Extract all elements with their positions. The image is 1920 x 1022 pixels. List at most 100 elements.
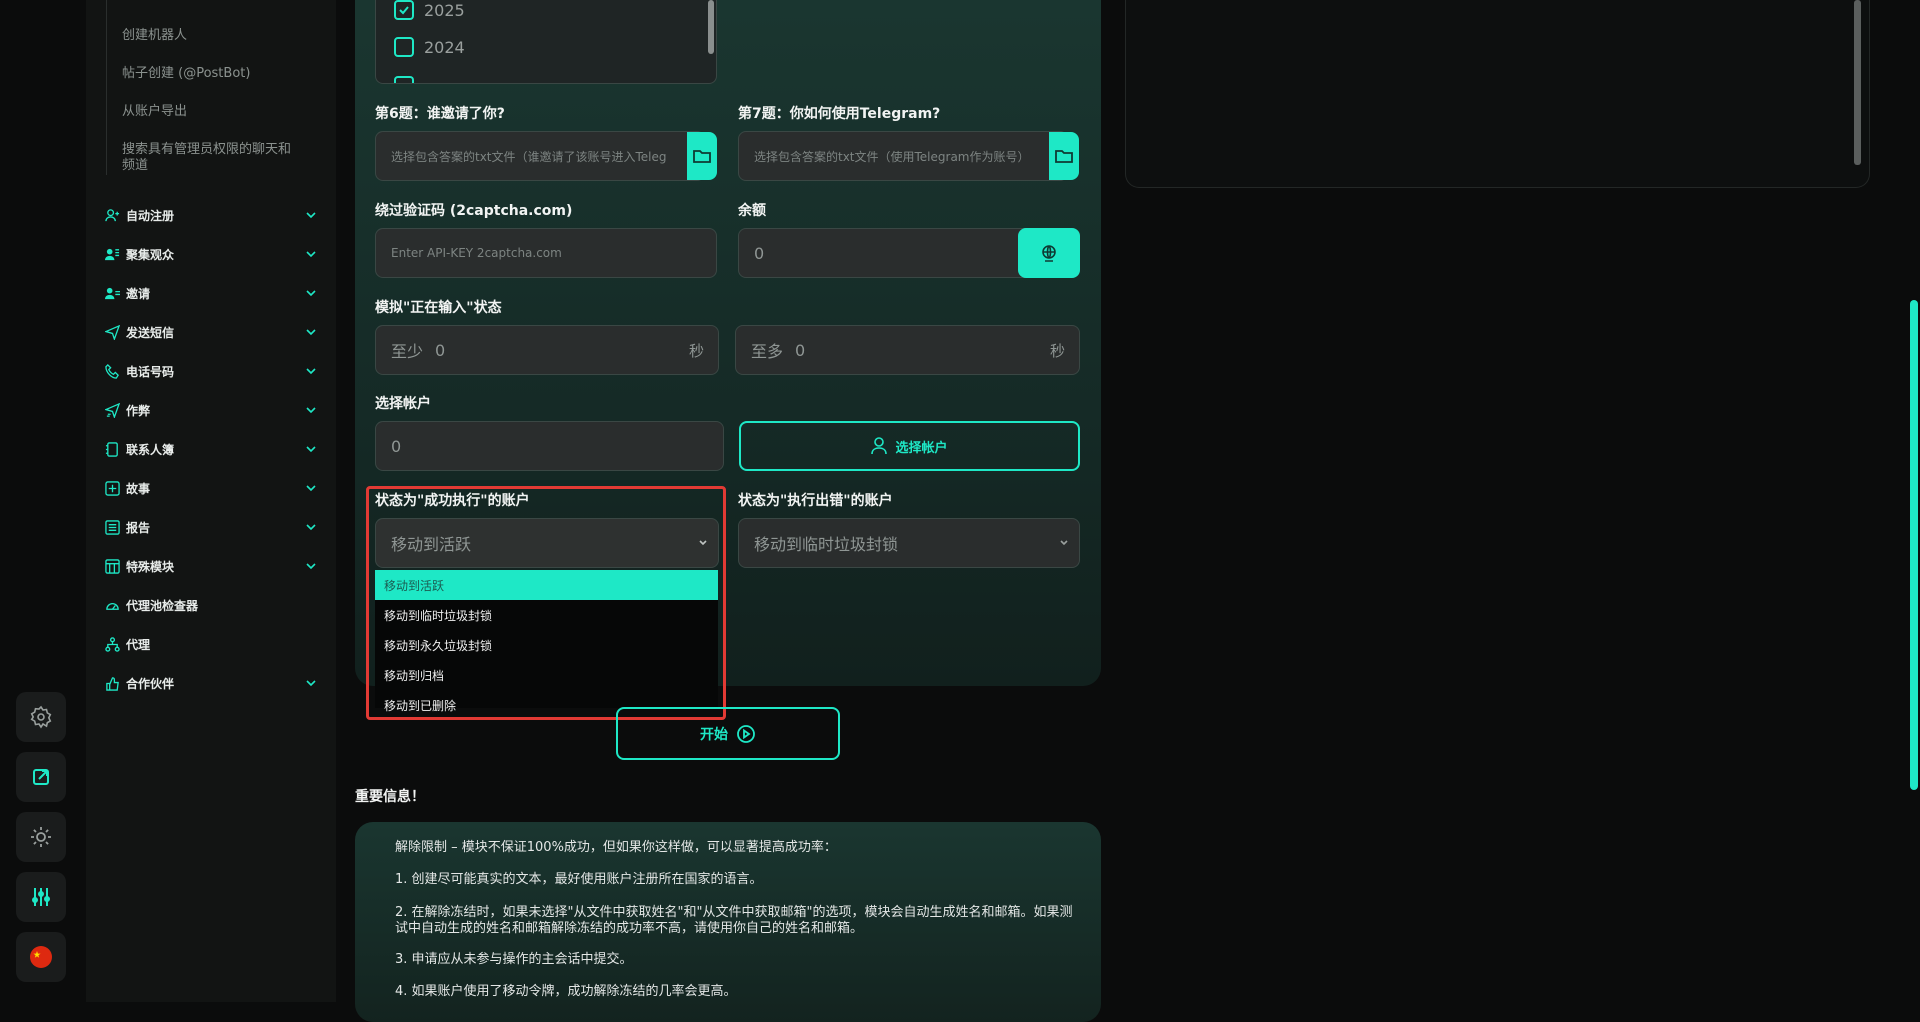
year-list: 2025 2024: [375, 0, 717, 84]
sidebar-item-send-sms[interactable]: 发送短信: [104, 319, 318, 345]
chevron-down-icon: [306, 368, 316, 375]
info-paragraph: 3. 申请应从未参与操作的主会话中提交。: [395, 952, 633, 967]
start-button[interactable]: 开始: [616, 707, 840, 760]
folder-icon: [1055, 150, 1073, 163]
chevron-down-icon: [306, 680, 316, 687]
accounts-label: 选择帐户: [375, 396, 431, 412]
invite-icon: [104, 287, 120, 299]
sidebar-item-special[interactable]: 特殊模块: [104, 553, 318, 579]
language-button[interactable]: [16, 932, 66, 982]
users-icon: [104, 248, 119, 260]
sidebar-item-cheat[interactable]: 作弊: [104, 397, 318, 423]
sidebar-item-proxy-checker[interactable]: 代理池检查器: [104, 592, 318, 618]
sidebar-item-label: 合作伙伴: [126, 676, 175, 691]
year-option-2025[interactable]: 2025: [394, 0, 465, 20]
cheat-icon: [104, 402, 120, 418]
min-value: 0: [435, 340, 446, 360]
user-add-icon: [104, 208, 119, 221]
min-prefix: 至少: [391, 342, 424, 361]
sidebar-subitem-export[interactable]: 从账户导出: [122, 104, 297, 120]
info-card: 解除限制 – 模块不保证100%成功，但如果你这样做，可以显著提高成功率： 1.…: [355, 822, 1101, 1022]
folder-icon: [693, 150, 711, 163]
sidebar-item-partner[interactable]: 合作伙伴: [104, 670, 318, 696]
q6-file-input[interactable]: 选择包含答案的txt文件（谁邀请了该账号进入Teleg: [375, 131, 705, 181]
q6-browse-button[interactable]: [687, 132, 717, 180]
error-status-select[interactable]: 移动到临时垃圾封锁: [738, 518, 1080, 568]
captcha-label: 绕过验证码 (2captcha.com): [375, 203, 573, 219]
china-flag-icon: [30, 946, 52, 968]
sidebar-item-contacts[interactable]: 联系人簿: [104, 436, 318, 462]
chevron-down-icon: [306, 212, 316, 219]
sidebar-item-invite[interactable]: 邀请: [104, 280, 318, 306]
sidebar-item-auto-register[interactable]: 自动注册: [104, 202, 318, 228]
sidebar-item-report[interactable]: 报告: [104, 514, 318, 540]
typing-label: 模拟"正在输入"状态: [375, 300, 502, 316]
captcha-api-input[interactable]: Enter API-KEY 2captcha.com: [375, 228, 717, 278]
balance-label: 余额: [738, 203, 766, 219]
min-unit: 秒: [688, 341, 704, 360]
max-value: 0: [795, 340, 806, 360]
sidebar-item-story[interactable]: 故事: [104, 475, 318, 501]
send-icon: [104, 324, 120, 340]
sidebar-item-label: 自动注册: [126, 208, 175, 223]
chevron-down-icon: [306, 446, 316, 453]
chevron-down-icon: [306, 563, 316, 570]
info-paragraph: 1. 创建尽可能真实的文本，最好使用账户注册所在国家的语言。: [395, 872, 763, 887]
sidebar-item-label: 聚集观众: [126, 247, 175, 262]
external-link-button[interactable]: [16, 752, 66, 802]
chevron-down-icon: [1060, 540, 1068, 546]
select-accounts-button[interactable]: 选择帐户: [739, 421, 1080, 471]
special-icon: [104, 558, 120, 574]
checkbox[interactable]: [394, 0, 414, 20]
chevron-down-icon: [306, 407, 316, 414]
gear-icon: [30, 705, 52, 729]
sliders-button[interactable]: [16, 872, 66, 922]
chevron-down-icon: [306, 251, 316, 258]
phone-icon: [104, 363, 119, 379]
start-label: 开始: [700, 726, 728, 743]
sliders-icon: [32, 888, 50, 906]
contacts-icon: [105, 441, 118, 457]
q7-file-input[interactable]: 选择包含答案的txt文件（使用Telegram作为账号）: [738, 131, 1068, 181]
sidebar-subitem-postbot[interactable]: 帖子创建 (@PostBot): [122, 66, 297, 82]
checkbox-partial: [394, 76, 414, 83]
settings-button[interactable]: [16, 692, 66, 742]
page-scrollbar[interactable]: [1910, 300, 1918, 790]
typing-max-input[interactable]: 至多 0 秒: [735, 325, 1080, 375]
year-label: 2024: [424, 37, 465, 57]
sidebar-item-audience[interactable]: 聚集观众: [104, 241, 318, 267]
sidebar-item-label: 报告: [126, 520, 151, 535]
scrollbar[interactable]: [708, 0, 714, 54]
check-balance-button[interactable]: [1018, 228, 1080, 278]
sidebar-item-label: 代理池检查器: [126, 598, 199, 613]
error-status-label: 状态为"执行出错"的账户: [738, 493, 893, 509]
q7-browse-button[interactable]: [1049, 132, 1079, 180]
info-heading: 重要信息！: [355, 789, 425, 805]
sidebar-subitem-create-bot[interactable]: 创建机器人: [122, 28, 297, 44]
sidebar-item-label: 特殊模块: [126, 559, 175, 574]
chevron-down-icon: [306, 524, 316, 531]
sidebar-item-label: 联系人簿: [126, 442, 175, 457]
typing-min-input[interactable]: 至少 0 秒: [375, 325, 719, 375]
user-icon: [871, 437, 888, 455]
icon-rail: [0, 0, 82, 1002]
theme-button[interactable]: [16, 812, 66, 862]
sidebar-item-proxy[interactable]: 代理: [104, 631, 318, 657]
proxy-icon: [104, 636, 120, 652]
gauge-icon: [105, 602, 119, 610]
checkbox[interactable]: [394, 37, 414, 57]
log-scrollbar[interactable]: [1854, 0, 1861, 165]
sidebar-item-label: 邀请: [126, 286, 151, 301]
select-accounts-label: 选择帐户: [895, 440, 948, 456]
year-label: 2025: [424, 0, 465, 20]
story-icon: [104, 480, 120, 496]
chevron-down-icon: [306, 329, 316, 336]
sidebar-item-label: 故事: [126, 481, 151, 496]
info-paragraph: 2. 在解除冻结时，如果未选择"从文件中获取姓名"和"从文件中获取邮箱"的选项，…: [395, 905, 1073, 936]
sidebar-item-phone[interactable]: 电话号码: [104, 358, 318, 384]
highlight-box: [366, 486, 726, 720]
sidebar-item-label: 作弊: [126, 403, 151, 418]
year-option-2024[interactable]: 2024: [394, 37, 465, 57]
sidebar-subitem-admin-search[interactable]: 搜索具有管理员权限的聊天和频道: [122, 142, 297, 174]
submenu-divider: [106, 0, 107, 175]
